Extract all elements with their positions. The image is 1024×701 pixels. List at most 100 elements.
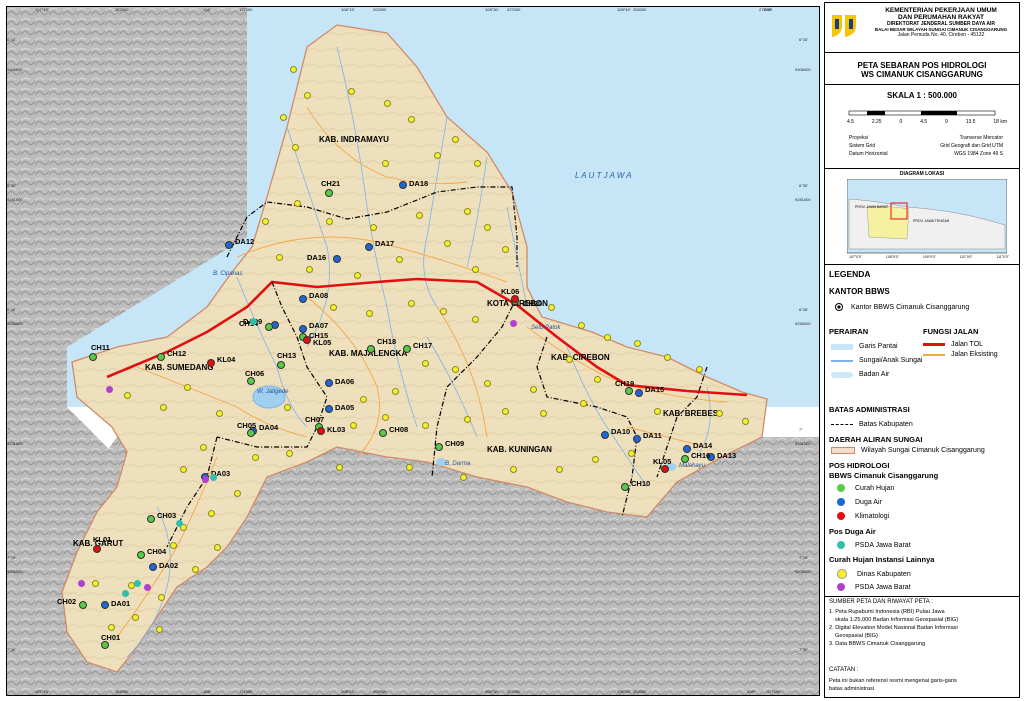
station-duga-marker[interactable] <box>299 295 307 303</box>
rainfall-dinas-marker[interactable] <box>155 625 163 633</box>
rainfall-dinas-marker[interactable] <box>695 365 703 373</box>
rainfall-dinas-marker[interactable] <box>529 385 537 393</box>
rainfall-dinas-marker[interactable] <box>715 409 723 417</box>
rainfall-dinas-marker[interactable] <box>577 321 585 329</box>
rainfall-dinas-marker[interactable] <box>329 303 337 311</box>
rainfall-dinas-marker[interactable] <box>483 223 491 231</box>
station-klim-marker[interactable] <box>317 427 325 435</box>
rainfall-dinas-marker[interactable] <box>289 65 297 73</box>
rainfall-dinas-marker[interactable] <box>451 135 459 143</box>
psda-rainfall-marker[interactable] <box>201 475 209 483</box>
station-duga-marker[interactable] <box>325 405 333 413</box>
rainfall-dinas-marker[interactable] <box>471 265 479 273</box>
psda-rainfall-marker[interactable] <box>105 385 113 393</box>
station-rain-marker[interactable] <box>79 601 87 609</box>
rainfall-dinas-marker[interactable] <box>421 421 429 429</box>
station-rain-marker[interactable] <box>277 361 285 369</box>
rainfall-dinas-marker[interactable] <box>347 87 355 95</box>
rainfall-dinas-marker[interactable] <box>169 541 177 549</box>
rainfall-dinas-marker[interactable] <box>275 253 283 261</box>
station-klim-marker[interactable] <box>511 295 519 303</box>
rainfall-dinas-marker[interactable] <box>501 407 509 415</box>
station-rain-marker[interactable] <box>379 429 387 437</box>
rainfall-dinas-marker[interactable] <box>123 391 131 399</box>
rainfall-dinas-marker[interactable] <box>91 579 99 587</box>
rainfall-dinas-marker[interactable] <box>159 403 167 411</box>
station-rain-marker[interactable] <box>625 387 633 395</box>
rainfall-dinas-marker[interactable] <box>381 413 389 421</box>
rainfall-dinas-marker[interactable] <box>565 355 573 363</box>
rainfall-dinas-marker[interactable] <box>251 453 259 461</box>
rainfall-dinas-marker[interactable] <box>579 399 587 407</box>
rainfall-dinas-marker[interactable] <box>303 91 311 99</box>
psda-duga-marker[interactable] <box>209 473 217 481</box>
rainfall-dinas-marker[interactable] <box>349 421 357 429</box>
psda-rainfall-marker[interactable] <box>509 319 517 327</box>
station-rain-marker[interactable] <box>681 455 689 463</box>
rainfall-dinas-marker[interactable] <box>283 403 291 411</box>
station-rain-marker[interactable] <box>435 443 443 451</box>
rainfall-dinas-marker[interactable] <box>633 339 641 347</box>
rainfall-dinas-marker[interactable] <box>433 151 441 159</box>
rainfall-dinas-marker[interactable] <box>279 113 287 121</box>
station-duga-marker[interactable] <box>149 563 157 571</box>
rainfall-dinas-marker[interactable] <box>179 465 187 473</box>
rainfall-dinas-marker[interactable] <box>439 307 447 315</box>
rainfall-dinas-marker[interactable] <box>215 409 223 417</box>
psda-duga-marker[interactable] <box>175 519 183 527</box>
rainfall-dinas-marker[interactable] <box>663 353 671 361</box>
rainfall-dinas-marker[interactable] <box>471 315 479 323</box>
station-rain-marker[interactable] <box>325 189 333 197</box>
rainfall-dinas-marker[interactable] <box>369 223 377 231</box>
station-klim-marker[interactable] <box>207 359 215 367</box>
rainfall-dinas-marker[interactable] <box>459 473 467 481</box>
rainfall-dinas-marker[interactable] <box>603 333 611 341</box>
rainfall-dinas-marker[interactable] <box>381 159 389 167</box>
rainfall-dinas-marker[interactable] <box>405 463 413 471</box>
psda-duga-marker[interactable] <box>133 579 141 587</box>
rainfall-dinas-marker[interactable] <box>407 299 415 307</box>
rainfall-dinas-marker[interactable] <box>359 395 367 403</box>
rainfall-dinas-marker[interactable] <box>199 443 207 451</box>
station-rain-marker[interactable] <box>101 641 109 649</box>
psda-rainfall-marker[interactable] <box>77 579 85 587</box>
rainfall-dinas-marker[interactable] <box>233 489 241 497</box>
rainfall-dinas-marker[interactable] <box>407 115 415 123</box>
rainfall-dinas-marker[interactable] <box>555 465 563 473</box>
rainfall-dinas-marker[interactable] <box>653 407 661 415</box>
station-duga-marker[interactable] <box>601 431 609 439</box>
station-rain-marker[interactable] <box>367 345 375 353</box>
rainfall-dinas-marker[interactable] <box>213 543 221 551</box>
station-rain-marker[interactable] <box>157 353 165 361</box>
rainfall-dinas-marker[interactable] <box>157 593 165 601</box>
station-rain-marker[interactable] <box>621 483 629 491</box>
rainfall-dinas-marker[interactable] <box>191 565 199 573</box>
rainfall-dinas-marker[interactable] <box>443 239 451 247</box>
rainfall-dinas-marker[interactable] <box>335 463 343 471</box>
rainfall-dinas-marker[interactable] <box>627 449 635 457</box>
rainfall-dinas-marker[interactable] <box>473 159 481 167</box>
rainfall-dinas-marker[interactable] <box>383 99 391 107</box>
station-klim-marker[interactable] <box>93 545 101 553</box>
rainfall-dinas-marker[interactable] <box>501 245 509 253</box>
rainfall-dinas-marker[interactable] <box>509 465 517 473</box>
rainfall-dinas-marker[interactable] <box>591 455 599 463</box>
station-duga-marker[interactable] <box>633 435 641 443</box>
psda-duga-marker[interactable] <box>249 317 257 325</box>
rainfall-dinas-marker[interactable] <box>539 409 547 417</box>
station-rain-marker[interactable] <box>147 515 155 523</box>
station-duga-marker[interactable] <box>299 325 307 333</box>
rainfall-dinas-marker[interactable] <box>365 309 373 317</box>
rainfall-dinas-marker[interactable] <box>463 207 471 215</box>
rainfall-dinas-marker[interactable] <box>107 623 115 631</box>
rainfall-dinas-marker[interactable] <box>547 303 555 311</box>
rainfall-dinas-marker[interactable] <box>463 415 471 423</box>
rainfall-dinas-marker[interactable] <box>293 199 301 207</box>
rainfall-dinas-marker[interactable] <box>325 217 333 225</box>
rainfall-dinas-marker[interactable] <box>183 383 191 391</box>
rainfall-dinas-marker[interactable] <box>291 143 299 151</box>
station-duga-marker[interactable] <box>101 601 109 609</box>
station-rain-marker[interactable] <box>247 429 255 437</box>
station-duga-marker[interactable] <box>635 389 643 397</box>
rainfall-dinas-marker[interactable] <box>391 387 399 395</box>
